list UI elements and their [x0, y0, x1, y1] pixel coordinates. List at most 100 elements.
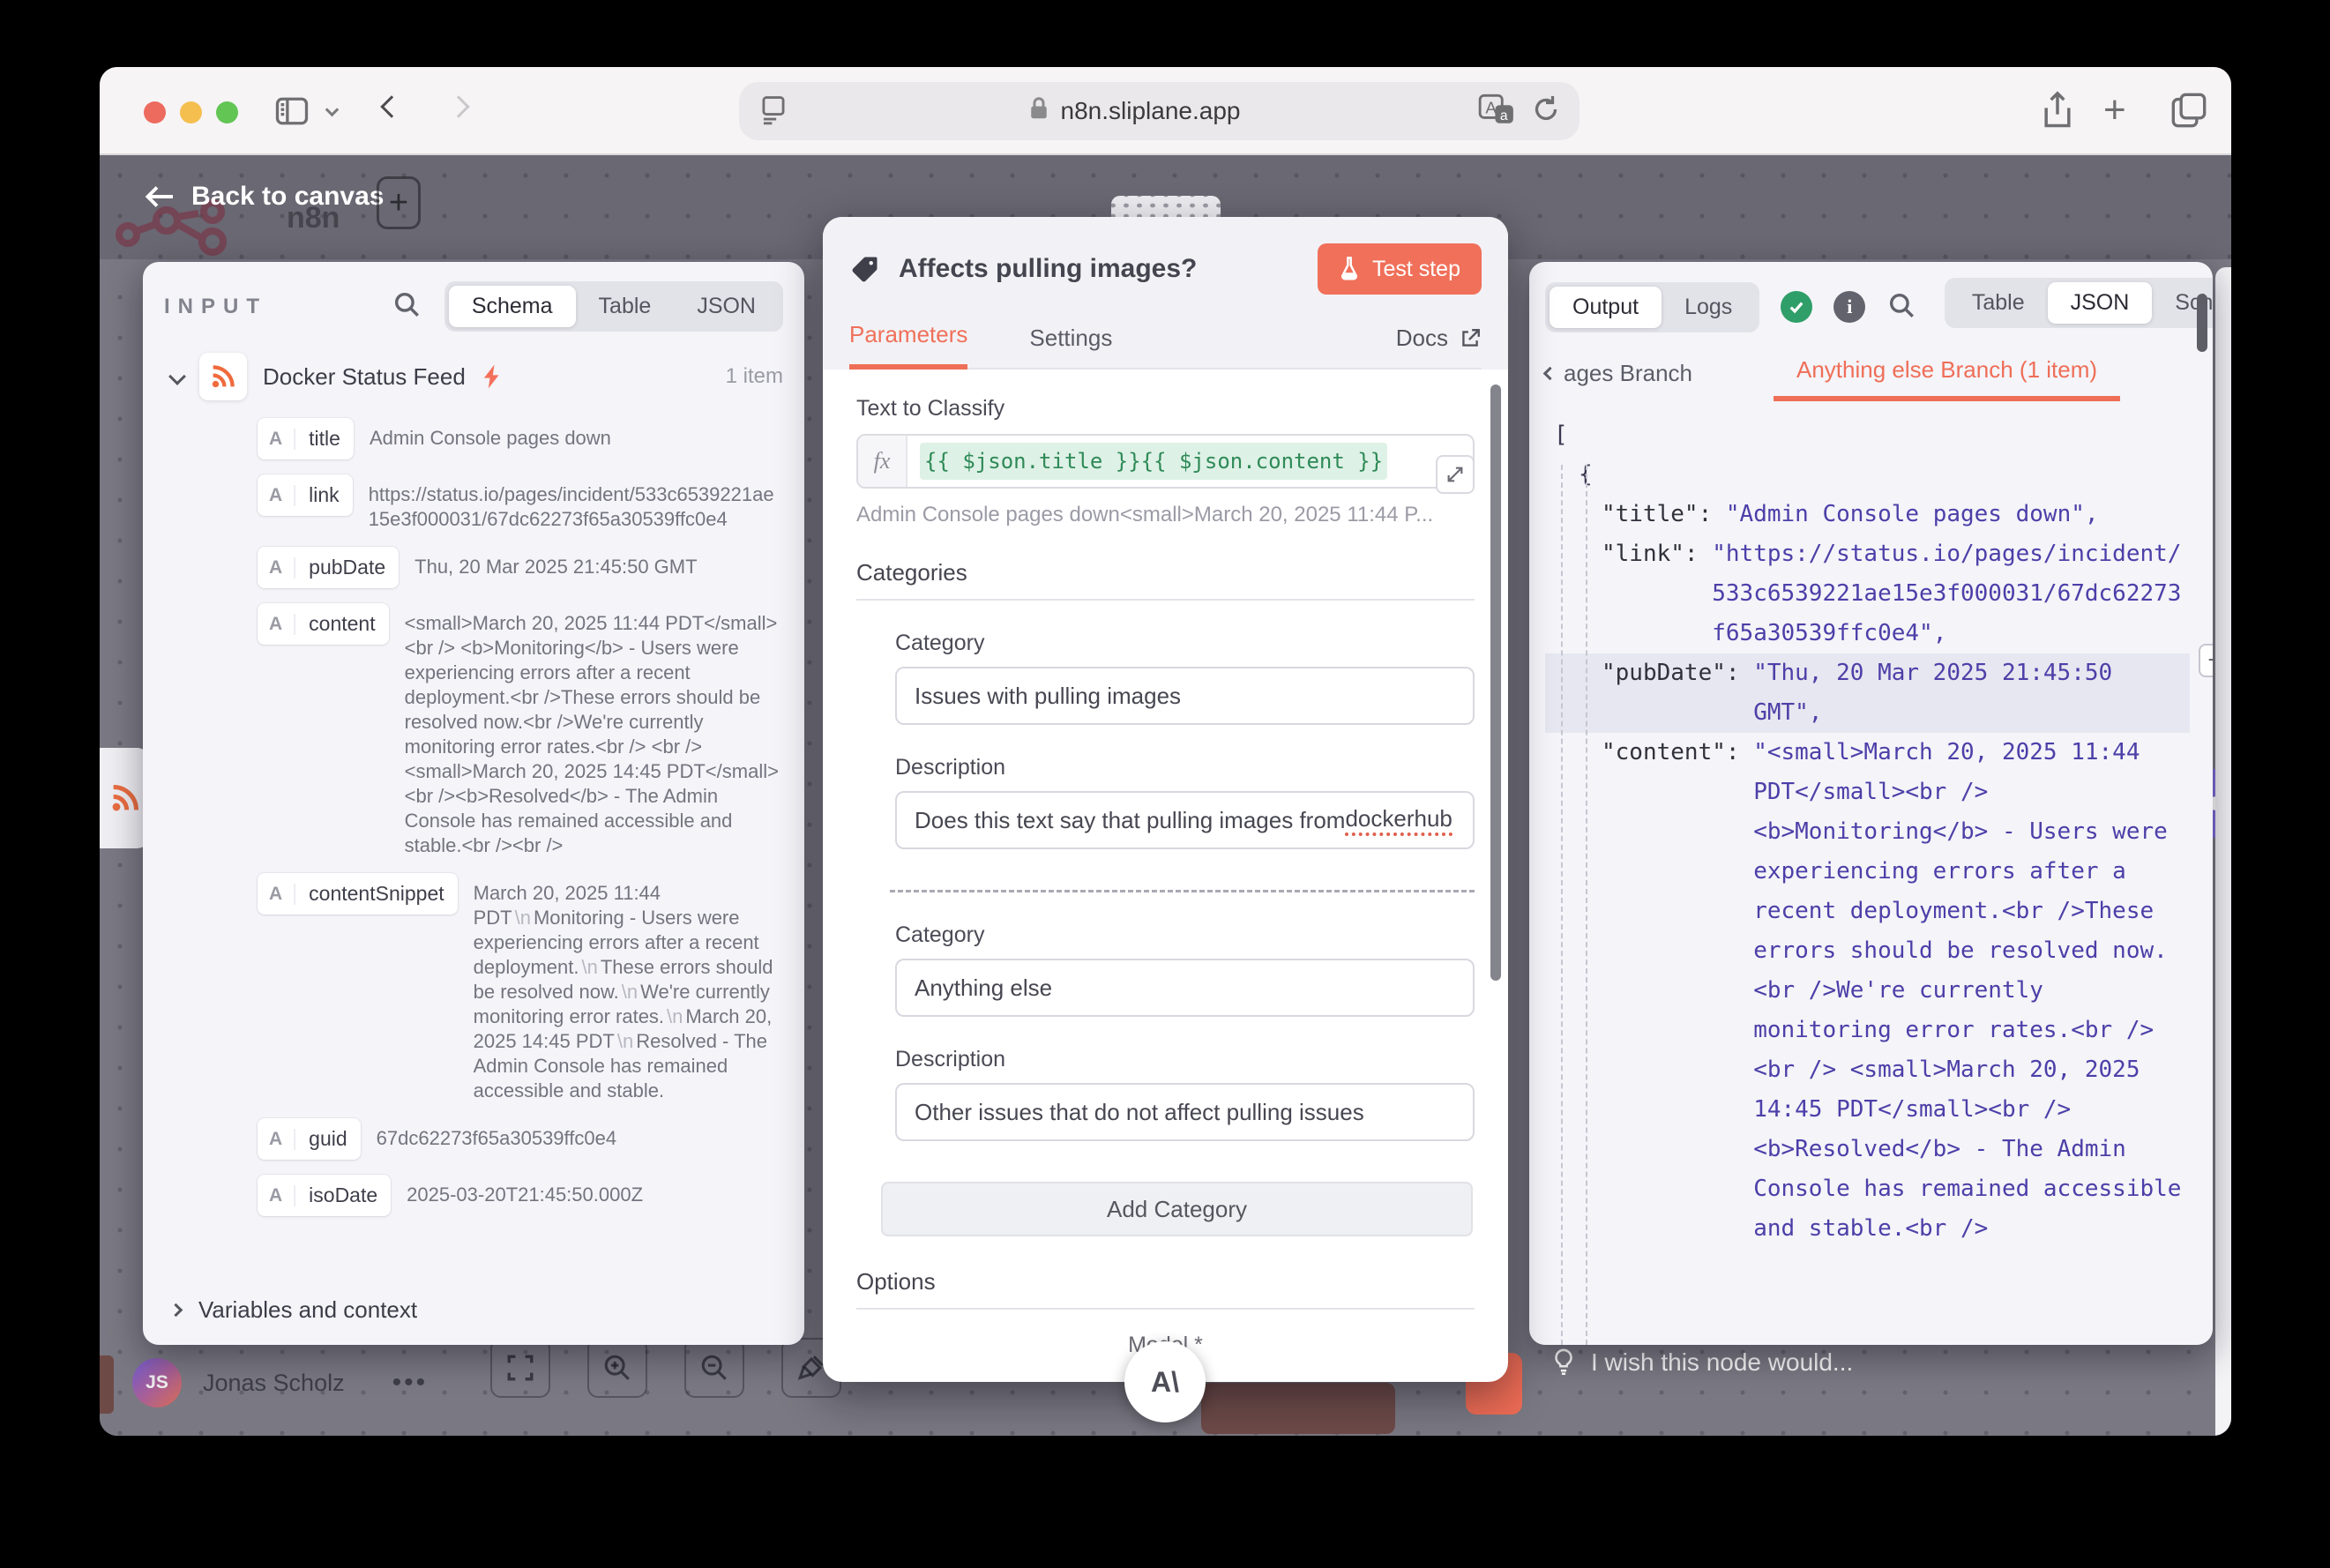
tab-table[interactable]: Table [1949, 282, 2048, 324]
new-tab-icon[interactable]: + [2103, 88, 2126, 132]
avatar[interactable]: JS [132, 1358, 182, 1407]
lightning-icon [482, 363, 503, 390]
text-to-classify-input[interactable]: fx {{ $json.title }}{{ $json.content }} [856, 434, 1475, 489]
field-value: 2025-03-20T21:45:50.000Z [407, 1175, 643, 1207]
field-value: Thu, 20 Mar 2025 21:45:50 GMT [414, 547, 697, 579]
node-feedback-prompt[interactable]: I wish this node would... [1552, 1348, 1853, 1378]
input-panel-title: INPUT [164, 295, 369, 319]
add-category-button[interactable]: Add Category [881, 1182, 1473, 1236]
zoom-window-button[interactable] [216, 101, 238, 123]
description-input[interactable]: Other issues that do not affect pulling … [895, 1083, 1475, 1141]
output-logs-switcher: Output Logs [1545, 282, 1759, 332]
tab-json[interactable]: JSON [674, 286, 779, 327]
category-input[interactable]: Issues with pulling images [895, 667, 1475, 725]
user-options-icon[interactable]: ••• [392, 1368, 429, 1398]
user-name: Jonas Scholz [203, 1370, 345, 1397]
tab-overview-icon[interactable] [2169, 90, 2209, 131]
output-scrollbar[interactable] [2197, 294, 2207, 352]
zoom-out-button[interactable] [684, 1338, 744, 1398]
output-panel: Output Logs i Table JSON Schema [1529, 262, 2213, 1345]
model-connector-button[interactable]: A\ [1124, 1341, 1206, 1422]
field-row-link[interactable]: Alink https://status.io/pages/incident/5… [258, 474, 783, 532]
reload-icon[interactable] [1530, 93, 1562, 130]
fit-view-button[interactable] [490, 1338, 550, 1398]
expand-expression-icon[interactable] [1436, 455, 1475, 494]
input-node-row[interactable]: Docker Status Feed 1 item [171, 353, 783, 400]
description-label: Description [895, 1047, 1475, 1072]
field-row-pubdate[interactable]: ApubDate Thu, 20 Mar 2025 21:45:50 GMT [258, 547, 783, 588]
lightbulb-icon [1552, 1348, 1575, 1378]
sidebar-toggle-icon[interactable] [273, 92, 311, 131]
category-label: Category [895, 631, 1475, 656]
input-item-count: 1 item [726, 364, 783, 389]
docs-link[interactable]: Docs [1396, 325, 1482, 368]
field-row-content[interactable]: Acontent <small>March 20, 2025 11:44 PDT… [258, 603, 783, 858]
sidebar-chevron-icon[interactable] [327, 105, 337, 115]
lock-icon [1027, 95, 1050, 128]
expression-value[interactable]: {{ $json.title }}{{ $json.content }} [920, 443, 1387, 480]
browser-window: n8n.sliplane.app Aa + n8n Back to canvas [100, 67, 2231, 1436]
category-input[interactable]: Anything else [895, 959, 1475, 1017]
address-bar[interactable]: n8n.sliplane.app Aa [739, 82, 1579, 140]
zoom-in-button[interactable] [587, 1338, 647, 1398]
fx-icon: fx [858, 436, 907, 487]
close-window-button[interactable] [144, 101, 166, 123]
share-icon[interactable] [2038, 90, 2077, 132]
minimize-window-button[interactable] [180, 101, 202, 123]
external-link-icon [1459, 327, 1482, 350]
misspelled-word: dockerhub [1345, 805, 1452, 836]
tab-output[interactable]: Output [1550, 287, 1662, 328]
json-entry-content[interactable]: "content": "<small>March 20, 2025 11:44 … [1545, 733, 2190, 1249]
expression-preview: Admin Console pages down<small>March 20,… [856, 503, 1475, 527]
tab-logs[interactable]: Logs [1662, 287, 1755, 328]
tab-parameters[interactable]: Parameters [849, 321, 967, 370]
forward-icon[interactable] [451, 99, 467, 115]
field-row-isodate[interactable]: AisoDate 2025-03-20T21:45:50.000Z [258, 1175, 783, 1216]
field-row-contentsnippet[interactable]: AcontentSnippet March 20, 2025 11:44 PDT… [258, 873, 783, 1103]
add-output-icon[interactable]: + [2199, 644, 2213, 677]
json-entry-title[interactable]: "title": "Admin Console pages down", [1545, 495, 2190, 534]
json-output-view: + [ { "title": "Admin Console pages down… [1545, 415, 2213, 1345]
node-settings-modal: Affects pulling images? Test step Parame… [823, 217, 1508, 1382]
json-entry-pubdate[interactable]: "pubDate": "Thu, 20 Mar 2025 21:45:50 GM… [1545, 653, 2190, 733]
tab-table[interactable]: Table [576, 286, 675, 327]
back-to-canvas-button[interactable]: Back to canvas [144, 182, 384, 212]
search-icon[interactable] [392, 289, 422, 324]
branch-tab-active[interactable]: Anything else Branch (1 item) [1774, 356, 2120, 401]
modal-drag-handle[interactable] [1111, 196, 1221, 219]
back-to-canvas-label: Back to canvas [191, 182, 384, 212]
reader-icon[interactable] [757, 93, 790, 131]
field-row-guid[interactable]: Aguid 67dc62273f65a30539ffc0e4 [258, 1118, 783, 1160]
collapse-chevron-icon[interactable] [168, 368, 186, 385]
schema-field-list: Atitle Admin Console pages down Alink ht… [164, 404, 783, 1284]
user-menu[interactable]: JS Jonas Scholz ••• [132, 1358, 428, 1407]
input-view-switcher: Schema Table JSON [444, 281, 783, 332]
tab-settings[interactable]: Settings [1029, 325, 1112, 368]
translate-icon[interactable]: Aa [1477, 92, 1516, 131]
input-panel: INPUT Schema Table JSON Docker Status Fe… [143, 262, 804, 1345]
n8n-canvas-overlay: n8n Back to canvas + JS Jonas Scholz ••• [100, 155, 2231, 1436]
json-bracket: [ [1554, 415, 1568, 455]
tab-schema[interactable]: Schema [449, 286, 576, 327]
test-step-button[interactable]: Test step [1318, 243, 1482, 295]
back-icon[interactable] [384, 99, 400, 115]
node-title[interactable]: Affects pulling images? [899, 254, 1300, 284]
info-icon[interactable]: i [1833, 291, 1865, 323]
output-search-icon[interactable] [1886, 290, 1916, 325]
field-value: Admin Console pages down [370, 418, 611, 451]
modal-scrollbar[interactable] [1490, 385, 1501, 981]
tab-json[interactable]: JSON [2048, 282, 2153, 324]
add-node-button[interactable]: + [377, 176, 421, 229]
json-entry-link[interactable]: "link": "https://status.io/pages/inciden… [1545, 534, 2190, 653]
variables-and-context-toggle[interactable]: Variables and context [164, 1284, 783, 1329]
rss-node-icon [199, 353, 247, 400]
tag-icon [849, 253, 881, 285]
indent-guide [1586, 465, 1587, 1345]
canvas-controls [490, 1338, 841, 1398]
description-input[interactable]: Does this text say that pulling images f… [895, 791, 1475, 849]
branch-tab-previous[interactable]: ages Branch [1545, 360, 1692, 401]
input-node-name: Docker Status Feed [263, 363, 466, 391]
right-edge-panel-sliver [2215, 267, 2231, 1436]
field-row-title[interactable]: Atitle Admin Console pages down [258, 418, 783, 459]
field-value: March 20, 2025 11:44 PDT\nMonitoring - U… [474, 873, 783, 1103]
